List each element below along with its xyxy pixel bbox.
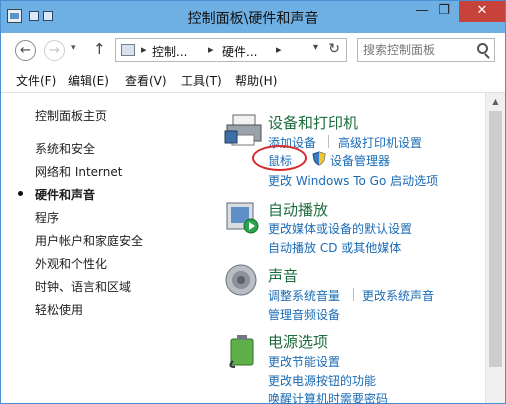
menu-edit[interactable]: 编辑(E) (68, 72, 109, 89)
menu-view[interactable]: 查看(V) (125, 72, 167, 89)
search-box[interactable] (357, 38, 495, 62)
scroll-up-icon[interactable]: ▲ (486, 93, 505, 110)
active-item-bullet (18, 191, 23, 196)
nav-hardware-sound[interactable]: 硬件和声音 (35, 186, 95, 203)
search-icon[interactable] (477, 43, 488, 54)
menu-bar: 文件(F) 编辑(E) 查看(V) 工具(T) 帮助(H) (1, 69, 505, 91)
link-separator (353, 288, 354, 301)
autoplay-heading[interactable]: 自动播放 (268, 199, 328, 220)
forward-arrow-icon[interactable]: → (44, 40, 65, 61)
adjust-volume-link[interactable]: 调整系统音量 (268, 287, 340, 304)
mouse-highlight-oval (252, 145, 307, 171)
breadcrumb-control-panel[interactable]: 控制... (152, 43, 187, 60)
nav-system-security[interactable]: 系统和安全 (35, 140, 95, 157)
vertical-scrollbar[interactable]: ▲ (485, 93, 505, 403)
nav-clock-language-region[interactable]: 时钟、语言和区域 (35, 278, 131, 295)
change-power-saving-link[interactable]: 更改节能设置 (268, 353, 340, 370)
nav-ease-of-access[interactable]: 轻松使用 (35, 301, 83, 318)
address-dropdown-icon[interactable]: ▾ (313, 42, 318, 53)
title-bar: 控制面板\硬件和声音 — ❐ ✕ (1, 1, 505, 33)
address-bar[interactable]: ▸ 控制... ▸ 硬件... ▸ ▾ ↻ (115, 38, 347, 62)
windows-to-go-link[interactable]: 更改 Windows To Go 启动选项 (268, 172, 438, 189)
autoplay-cd-link[interactable]: 自动播放 CD 或其他媒体 (268, 239, 401, 256)
menu-file[interactable]: 文件(F) (16, 72, 56, 89)
require-password-link[interactable]: 唤醒计算机时需要密码 (268, 390, 388, 404)
autoplay-icon[interactable] (225, 201, 261, 235)
change-power-buttons-link[interactable]: 更改电源按钮的功能 (268, 372, 376, 389)
control-panel-window: 控制面板\硬件和声音 — ❐ ✕ ← → ▾ ↑ ▸ 控制... ▸ 硬件...… (0, 0, 506, 404)
maximize-button[interactable]: ❐ (429, 1, 459, 22)
nav-appearance[interactable]: 外观和个性化 (35, 255, 107, 272)
folder-icon (121, 44, 135, 56)
advanced-printer-settings-link[interactable]: 高级打印机设置 (338, 134, 422, 151)
breadcrumb-hardware-sound[interactable]: 硬件... (222, 43, 257, 60)
menu-tools[interactable]: 工具(T) (181, 72, 222, 89)
breadcrumb-chevron-icon[interactable]: ▸ (208, 43, 214, 56)
nav-user-accounts[interactable]: 用户帐户和家庭安全 (35, 232, 143, 249)
nav-programs[interactable]: 程序 (35, 209, 59, 226)
nav-control-panel-home[interactable]: 控制面板主页 (35, 107, 107, 124)
device-manager-link[interactable]: 设备管理器 (330, 152, 390, 169)
search-input[interactable] (363, 40, 473, 60)
uac-shield-icon (312, 151, 326, 166)
speaker-icon[interactable] (224, 263, 258, 297)
navigation-bar: ← → ▾ ↑ ▸ 控制... ▸ 硬件... ▸ ▾ ↻ (1, 33, 505, 67)
sound-heading[interactable]: 声音 (268, 265, 298, 286)
breadcrumb-chevron-icon[interactable]: ▸ (276, 43, 282, 56)
link-separator (328, 135, 329, 148)
recent-locations-chevron-icon[interactable]: ▾ (71, 43, 76, 53)
refresh-icon[interactable]: ↻ (328, 41, 340, 57)
power-options-heading[interactable]: 电源选项 (268, 331, 328, 352)
breadcrumb-chevron-icon[interactable]: ▸ (141, 43, 147, 56)
devices-printers-heading[interactable]: 设备和打印机 (268, 112, 358, 133)
menu-divider (1, 92, 505, 93)
nav-network-internet[interactable]: 网络和 Internet (35, 163, 122, 180)
close-button[interactable]: ✕ (459, 1, 505, 22)
up-arrow-icon[interactable]: ↑ (93, 40, 106, 58)
power-battery-icon[interactable] (225, 331, 259, 369)
change-media-defaults-link[interactable]: 更改媒体或设备的默认设置 (268, 220, 412, 237)
manage-audio-devices-link[interactable]: 管理音频设备 (268, 306, 340, 323)
scroll-thumb[interactable] (489, 111, 502, 367)
back-arrow-icon[interactable]: ← (15, 40, 36, 61)
menu-help[interactable]: 帮助(H) (235, 72, 277, 89)
change-system-sounds-link[interactable]: 更改系统声音 (362, 287, 434, 304)
printer-device-icon[interactable] (223, 111, 263, 149)
